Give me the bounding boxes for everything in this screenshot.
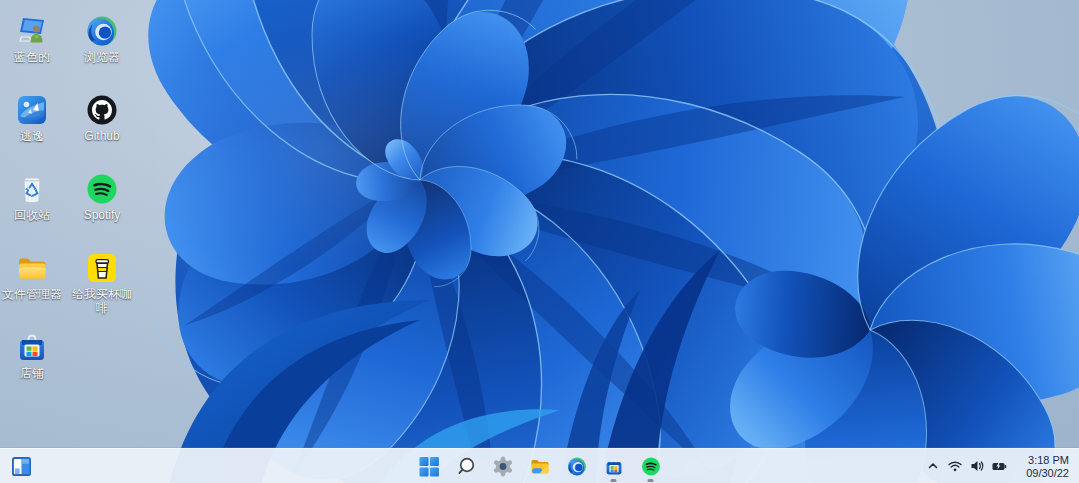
escape-app-icon [15, 93, 49, 127]
desktop-icon-file-manager[interactable]: 文件管理器 [0, 243, 64, 322]
desktop-icon-store[interactable]: 店铺 [0, 322, 64, 401]
desktop-icon-github[interactable]: Github [70, 85, 134, 164]
clock-time: 3:18 PM [1026, 454, 1069, 467]
file-explorer-button[interactable] [521, 449, 558, 483]
windows-logo-icon [418, 456, 439, 477]
desktop-icon-label: 给我买杯咖啡 [70, 287, 134, 315]
edge-button[interactable] [558, 449, 595, 483]
taskbar-center [410, 449, 669, 483]
volume-icon[interactable] [969, 458, 985, 474]
desktop-icon-label: Github [84, 129, 119, 143]
desktop-icon-buy-coffee[interactable]: 给我买杯咖啡 [70, 243, 134, 322]
desktop-icon-label: 文件管理器 [2, 287, 62, 301]
taskbar: 3:18 PM 09/30/22 [0, 448, 1079, 483]
running-indicator [648, 479, 654, 482]
edge-icon [566, 456, 587, 477]
search-button[interactable] [447, 449, 484, 483]
buy-me-a-coffee-icon [85, 251, 119, 285]
spotify-taskbar-icon [640, 456, 661, 477]
desktop-icon-label: 逃逸 [20, 129, 44, 143]
spotify-icon [85, 172, 119, 206]
taskbar-clock[interactable]: 3:18 PM 09/30/22 [1026, 454, 1069, 479]
wifi-icon[interactable] [947, 458, 963, 474]
gear-icon [492, 456, 513, 477]
desktop-icon-label: 蓝色的 [14, 50, 50, 64]
desktop-icon-label: Spotify [84, 208, 121, 222]
blue-app-icon [15, 14, 49, 48]
desktop-icon-recycle-bin[interactable]: 回收站 [0, 164, 64, 243]
store-taskbar-icon [603, 456, 624, 477]
desktop-icon-label: 浏览器 [84, 50, 120, 64]
desktop-icon-spotify[interactable]: Spotify [70, 164, 134, 243]
file-explorer-icon [529, 456, 550, 477]
desktop-icon-escape[interactable]: 逃逸 [0, 85, 64, 164]
folder-icon [15, 251, 49, 285]
start-button[interactable] [410, 449, 447, 483]
desktop-icon-label: 店铺 [20, 366, 44, 380]
desktop-icon-label: 回收站 [14, 208, 50, 222]
desktop-icon-blue-app[interactable]: 蓝色的 [0, 6, 64, 85]
desktop-icons: 蓝色的 逃逸 [0, 6, 134, 401]
tray-chevron-up-icon[interactable] [925, 458, 941, 474]
github-icon [85, 93, 119, 127]
desktop: 蓝色的 逃逸 [0, 0, 1079, 483]
battery-icon[interactable] [991, 458, 1007, 474]
recycle-bin-icon [15, 172, 49, 206]
store-icon [15, 330, 49, 364]
store-button[interactable] [595, 449, 632, 483]
wallpaper-bloom [0, 0, 1079, 483]
spotify-button[interactable] [632, 449, 669, 483]
clock-date: 09/30/22 [1026, 467, 1069, 480]
running-indicator [611, 479, 617, 482]
system-tray [925, 449, 1007, 483]
desktop-peek-icon[interactable] [12, 457, 31, 476]
search-icon [455, 456, 476, 477]
settings-button[interactable] [484, 449, 521, 483]
desktop-icon-browser[interactable]: 浏览器 [70, 6, 134, 85]
edge-browser-icon [85, 14, 119, 48]
